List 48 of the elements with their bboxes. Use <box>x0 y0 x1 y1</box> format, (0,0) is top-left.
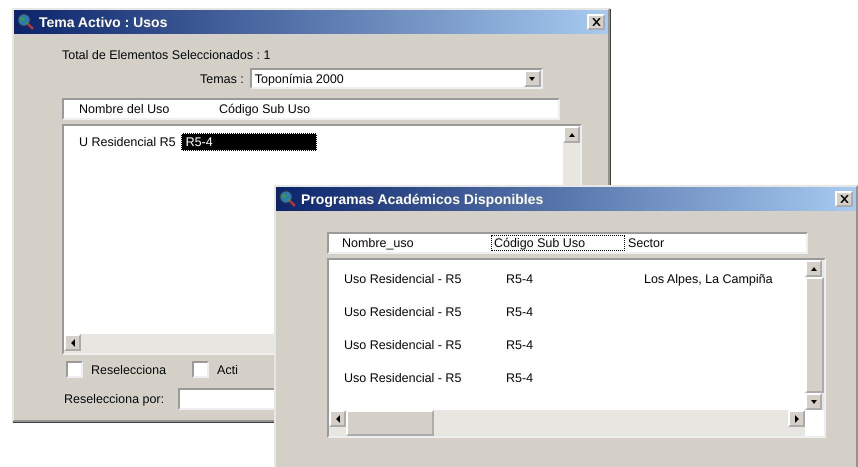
temas-label: Temas : <box>200 72 244 86</box>
horizontal-scrollbar[interactable] <box>329 410 805 436</box>
list-cell[interactable]: Uso Residencial - R5 <box>339 302 501 320</box>
scroll-up-button[interactable] <box>805 260 822 277</box>
list-cell[interactable]: Uso Residencial - R5 <box>339 270 501 288</box>
list-cell[interactable]: Uso Residencial - R5 <box>339 336 501 354</box>
triangle-up-icon <box>810 264 818 272</box>
column-header[interactable]: Nombre_uso <box>339 235 491 251</box>
list-cell[interactable]: R5-4 <box>180 133 317 151</box>
scroll-up-button[interactable] <box>563 126 580 143</box>
globe-magnifier-icon <box>279 190 297 208</box>
scroll-down-button[interactable] <box>805 393 822 410</box>
close-button[interactable] <box>835 191 853 207</box>
window-title: Programas Académicos Disponibles <box>301 191 544 207</box>
scroll-left-button[interactable] <box>329 410 346 427</box>
list-cell[interactable]: Uso Residencial - R5 <box>339 368 501 386</box>
checkbox-label: Acti <box>217 362 238 376</box>
temas-dropdown[interactable]: Toponímia 2000 <box>250 68 543 89</box>
triangle-left-icon <box>334 414 342 422</box>
window-title: Tema Activo : Usos <box>39 14 168 30</box>
close-icon <box>840 195 848 203</box>
list-cell[interactable]: U Residencial R5 <box>74 133 181 151</box>
triangle-up-icon <box>568 130 576 138</box>
close-button[interactable] <box>587 14 605 30</box>
triangle-down-icon <box>528 74 536 82</box>
scroll-right-button[interactable] <box>788 410 805 427</box>
reselect-label: Reselecciona por: <box>64 392 164 406</box>
column-header[interactable]: Nombre del Uso <box>76 101 216 117</box>
close-icon <box>592 18 600 26</box>
triangle-down-icon <box>810 398 818 406</box>
triangle-right-icon <box>792 414 800 422</box>
selection-count-text: Total de Elementos Seleccionados : 1 <box>62 48 270 62</box>
list-cell[interactable]: R5-4 <box>501 368 637 386</box>
vertical-scrollbar[interactable] <box>805 260 824 410</box>
column-header[interactable]: Código Sub Uso <box>216 101 356 117</box>
list-cell[interactable]: R5-4 <box>501 336 637 354</box>
scroll-down-button[interactable] <box>524 70 541 87</box>
checkbox[interactable] <box>192 361 210 378</box>
checkbox[interactable] <box>66 361 83 378</box>
list-cell[interactable]: R5-4 <box>501 302 637 320</box>
list-cell[interactable]: R5-4 <box>501 270 637 288</box>
column-header[interactable]: Sector <box>625 235 765 251</box>
column-header[interactable]: Código Sub Uso <box>491 235 625 251</box>
triangle-left-icon <box>68 338 76 346</box>
scroll-left-button[interactable] <box>64 334 81 351</box>
list-cell[interactable]: Los Alpes, La Campiña <box>639 270 778 288</box>
globe-magnifier-icon <box>17 13 35 31</box>
checkbox-label: Reselecciona <box>91 362 166 376</box>
